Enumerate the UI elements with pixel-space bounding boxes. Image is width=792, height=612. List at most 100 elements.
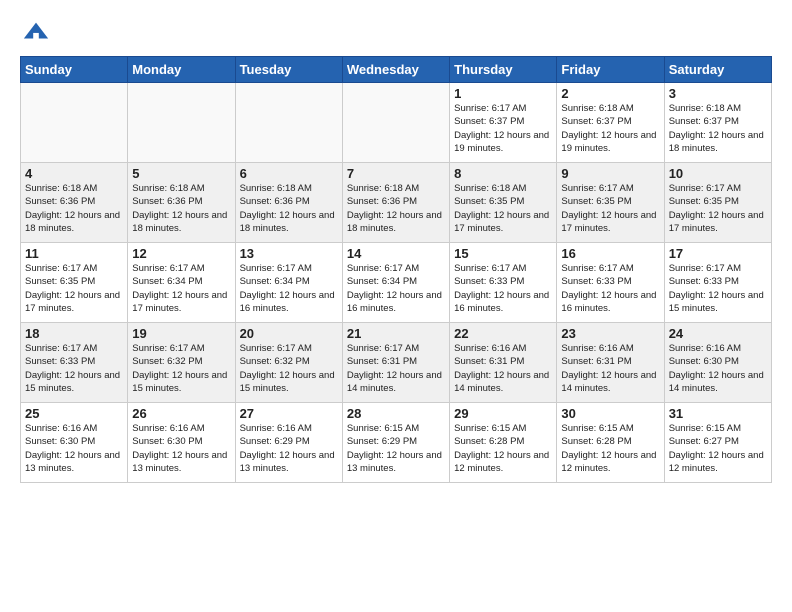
day-info: Sunrise: 6:17 AMSunset: 6:33 PMDaylight:… [25, 342, 123, 395]
calendar-col-thursday: Thursday [450, 57, 557, 83]
calendar-cell: 12Sunrise: 6:17 AMSunset: 6:34 PMDayligh… [128, 243, 235, 323]
day-info: Sunrise: 6:16 AMSunset: 6:30 PMDaylight:… [132, 422, 230, 475]
calendar-cell: 20Sunrise: 6:17 AMSunset: 6:32 PMDayligh… [235, 323, 342, 403]
calendar-cell: 18Sunrise: 6:17 AMSunset: 6:33 PMDayligh… [21, 323, 128, 403]
calendar-cell: 6Sunrise: 6:18 AMSunset: 6:36 PMDaylight… [235, 163, 342, 243]
day-info: Sunrise: 6:16 AMSunset: 6:30 PMDaylight:… [25, 422, 123, 475]
day-number: 18 [25, 326, 123, 341]
calendar-cell: 25Sunrise: 6:16 AMSunset: 6:30 PMDayligh… [21, 403, 128, 483]
calendar-cell: 16Sunrise: 6:17 AMSunset: 6:33 PMDayligh… [557, 243, 664, 323]
calendar-cell [21, 83, 128, 163]
day-number: 2 [561, 86, 659, 101]
day-info: Sunrise: 6:17 AMSunset: 6:32 PMDaylight:… [240, 342, 338, 395]
day-number: 27 [240, 406, 338, 421]
day-number: 7 [347, 166, 445, 181]
day-number: 11 [25, 246, 123, 261]
calendar-col-saturday: Saturday [664, 57, 771, 83]
calendar-cell: 9Sunrise: 6:17 AMSunset: 6:35 PMDaylight… [557, 163, 664, 243]
day-number: 29 [454, 406, 552, 421]
logo-icon [22, 18, 50, 46]
calendar-col-sunday: Sunday [21, 57, 128, 83]
calendar-cell: 22Sunrise: 6:16 AMSunset: 6:31 PMDayligh… [450, 323, 557, 403]
day-info: Sunrise: 6:17 AMSunset: 6:33 PMDaylight:… [561, 262, 659, 315]
day-info: Sunrise: 6:18 AMSunset: 6:37 PMDaylight:… [561, 102, 659, 155]
day-number: 31 [669, 406, 767, 421]
day-info: Sunrise: 6:16 AMSunset: 6:31 PMDaylight:… [454, 342, 552, 395]
day-info: Sunrise: 6:17 AMSunset: 6:35 PMDaylight:… [669, 182, 767, 235]
calendar-cell: 10Sunrise: 6:17 AMSunset: 6:35 PMDayligh… [664, 163, 771, 243]
day-info: Sunrise: 6:17 AMSunset: 6:37 PMDaylight:… [454, 102, 552, 155]
day-info: Sunrise: 6:15 AMSunset: 6:29 PMDaylight:… [347, 422, 445, 475]
day-info: Sunrise: 6:18 AMSunset: 6:35 PMDaylight:… [454, 182, 552, 235]
day-info: Sunrise: 6:15 AMSunset: 6:27 PMDaylight:… [669, 422, 767, 475]
calendar-cell: 24Sunrise: 6:16 AMSunset: 6:30 PMDayligh… [664, 323, 771, 403]
day-info: Sunrise: 6:17 AMSunset: 6:34 PMDaylight:… [347, 262, 445, 315]
calendar-cell: 19Sunrise: 6:17 AMSunset: 6:32 PMDayligh… [128, 323, 235, 403]
calendar-col-monday: Monday [128, 57, 235, 83]
day-number: 20 [240, 326, 338, 341]
day-info: Sunrise: 6:17 AMSunset: 6:32 PMDaylight:… [132, 342, 230, 395]
day-info: Sunrise: 6:17 AMSunset: 6:35 PMDaylight:… [25, 262, 123, 315]
day-info: Sunrise: 6:16 AMSunset: 6:30 PMDaylight:… [669, 342, 767, 395]
day-number: 5 [132, 166, 230, 181]
day-number: 9 [561, 166, 659, 181]
day-number: 21 [347, 326, 445, 341]
calendar-header-row: SundayMondayTuesdayWednesdayThursdayFrid… [21, 57, 772, 83]
day-number: 28 [347, 406, 445, 421]
day-info: Sunrise: 6:17 AMSunset: 6:33 PMDaylight:… [454, 262, 552, 315]
calendar-col-wednesday: Wednesday [342, 57, 449, 83]
calendar-week-2: 4Sunrise: 6:18 AMSunset: 6:36 PMDaylight… [21, 163, 772, 243]
calendar-col-tuesday: Tuesday [235, 57, 342, 83]
day-info: Sunrise: 6:17 AMSunset: 6:34 PMDaylight:… [240, 262, 338, 315]
calendar-cell: 5Sunrise: 6:18 AMSunset: 6:36 PMDaylight… [128, 163, 235, 243]
calendar-cell: 1Sunrise: 6:17 AMSunset: 6:37 PMDaylight… [450, 83, 557, 163]
day-info: Sunrise: 6:18 AMSunset: 6:36 PMDaylight:… [25, 182, 123, 235]
calendar-cell: 31Sunrise: 6:15 AMSunset: 6:27 PMDayligh… [664, 403, 771, 483]
day-info: Sunrise: 6:17 AMSunset: 6:31 PMDaylight:… [347, 342, 445, 395]
calendar-cell: 15Sunrise: 6:17 AMSunset: 6:33 PMDayligh… [450, 243, 557, 323]
day-number: 13 [240, 246, 338, 261]
calendar-cell: 2Sunrise: 6:18 AMSunset: 6:37 PMDaylight… [557, 83, 664, 163]
day-number: 10 [669, 166, 767, 181]
day-info: Sunrise: 6:15 AMSunset: 6:28 PMDaylight:… [561, 422, 659, 475]
day-info: Sunrise: 6:18 AMSunset: 6:36 PMDaylight:… [347, 182, 445, 235]
logo [20, 18, 50, 46]
day-info: Sunrise: 6:15 AMSunset: 6:28 PMDaylight:… [454, 422, 552, 475]
calendar-cell: 7Sunrise: 6:18 AMSunset: 6:36 PMDaylight… [342, 163, 449, 243]
calendar-cell [235, 83, 342, 163]
calendar-cell: 13Sunrise: 6:17 AMSunset: 6:34 PMDayligh… [235, 243, 342, 323]
calendar-cell: 11Sunrise: 6:17 AMSunset: 6:35 PMDayligh… [21, 243, 128, 323]
calendar-cell: 28Sunrise: 6:15 AMSunset: 6:29 PMDayligh… [342, 403, 449, 483]
calendar-cell: 29Sunrise: 6:15 AMSunset: 6:28 PMDayligh… [450, 403, 557, 483]
calendar-week-3: 11Sunrise: 6:17 AMSunset: 6:35 PMDayligh… [21, 243, 772, 323]
calendar-cell: 21Sunrise: 6:17 AMSunset: 6:31 PMDayligh… [342, 323, 449, 403]
day-number: 12 [132, 246, 230, 261]
calendar-cell: 30Sunrise: 6:15 AMSunset: 6:28 PMDayligh… [557, 403, 664, 483]
calendar-cell: 17Sunrise: 6:17 AMSunset: 6:33 PMDayligh… [664, 243, 771, 323]
page: SundayMondayTuesdayWednesdayThursdayFrid… [0, 0, 792, 612]
day-info: Sunrise: 6:16 AMSunset: 6:31 PMDaylight:… [561, 342, 659, 395]
calendar-cell: 14Sunrise: 6:17 AMSunset: 6:34 PMDayligh… [342, 243, 449, 323]
day-number: 1 [454, 86, 552, 101]
day-number: 4 [25, 166, 123, 181]
day-number: 26 [132, 406, 230, 421]
calendar-cell: 8Sunrise: 6:18 AMSunset: 6:35 PMDaylight… [450, 163, 557, 243]
calendar-cell [128, 83, 235, 163]
day-number: 25 [25, 406, 123, 421]
day-number: 23 [561, 326, 659, 341]
day-number: 14 [347, 246, 445, 261]
day-number: 6 [240, 166, 338, 181]
day-info: Sunrise: 6:18 AMSunset: 6:36 PMDaylight:… [132, 182, 230, 235]
day-info: Sunrise: 6:18 AMSunset: 6:36 PMDaylight:… [240, 182, 338, 235]
day-info: Sunrise: 6:17 AMSunset: 6:35 PMDaylight:… [561, 182, 659, 235]
header [20, 18, 772, 46]
calendar-week-4: 18Sunrise: 6:17 AMSunset: 6:33 PMDayligh… [21, 323, 772, 403]
day-number: 17 [669, 246, 767, 261]
day-number: 3 [669, 86, 767, 101]
day-number: 22 [454, 326, 552, 341]
calendar-cell [342, 83, 449, 163]
calendar-cell: 26Sunrise: 6:16 AMSunset: 6:30 PMDayligh… [128, 403, 235, 483]
calendar-cell: 27Sunrise: 6:16 AMSunset: 6:29 PMDayligh… [235, 403, 342, 483]
day-info: Sunrise: 6:17 AMSunset: 6:34 PMDaylight:… [132, 262, 230, 315]
calendar-table: SundayMondayTuesdayWednesdayThursdayFrid… [20, 56, 772, 483]
